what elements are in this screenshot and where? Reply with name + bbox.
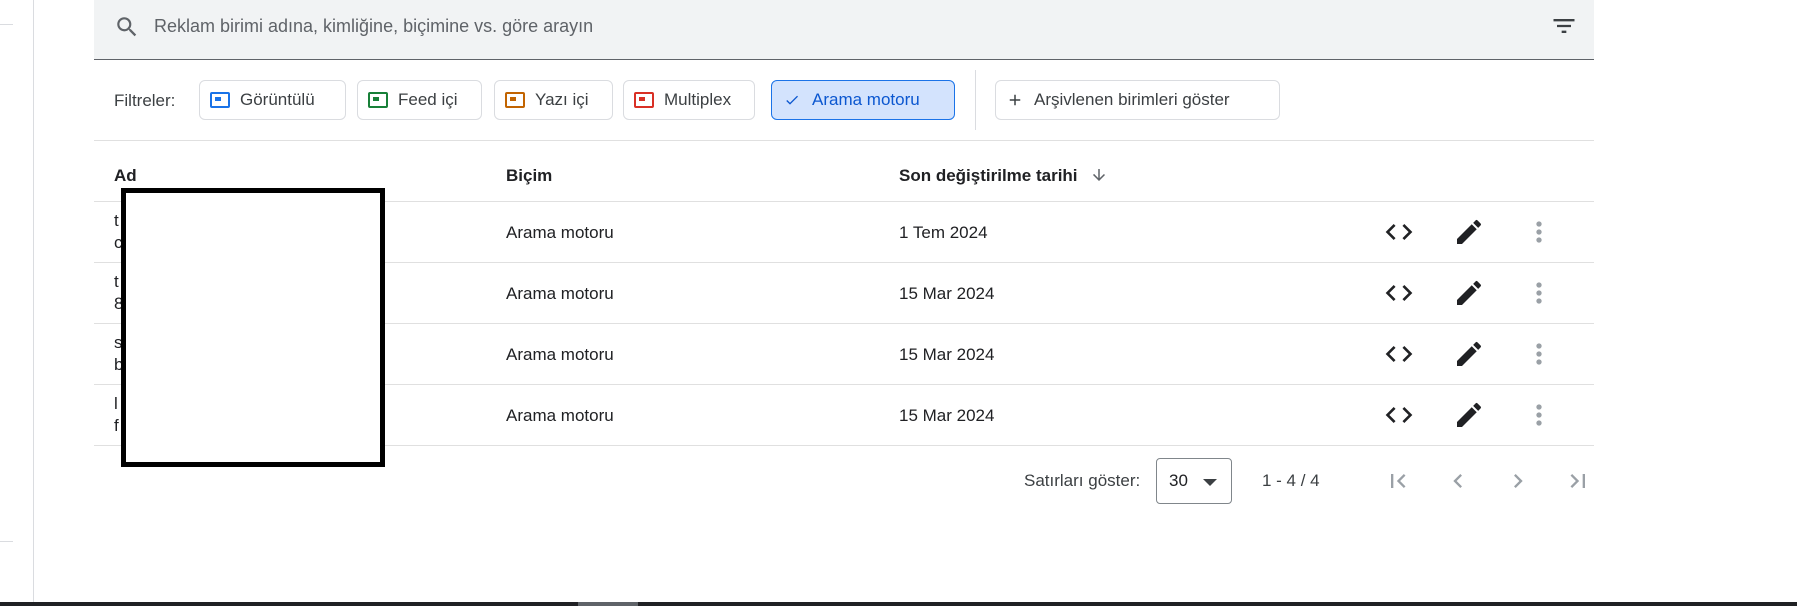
- chip-in-feed[interactable]: Feed içi: [357, 80, 482, 120]
- more-vert-icon[interactable]: [1523, 216, 1555, 248]
- archive-button-label: Arşivlenen birimleri göster: [1034, 90, 1230, 109]
- format-cell: Arama motoru: [506, 284, 614, 303]
- last-page-icon[interactable]: [1564, 467, 1592, 495]
- format-cell: Arama motoru: [506, 223, 614, 242]
- bottom-edge-segment: [578, 602, 638, 606]
- search-icon: [117, 17, 137, 37]
- column-header-label: Biçim: [506, 166, 553, 185]
- rows-per-page-label: Satırları göster:: [1024, 471, 1141, 490]
- edit-pencil-icon[interactable]: [1453, 216, 1485, 248]
- dropdown-arrow-icon: [1203, 479, 1217, 486]
- page-range-text: 1 - 4 / 4: [1262, 471, 1320, 490]
- check-icon: [786, 95, 798, 105]
- redaction-box: [121, 188, 385, 467]
- arrow-downward-icon: [1093, 168, 1106, 181]
- multiplex-format-icon: [634, 92, 654, 108]
- column-header-label: Son değiştirilme tarihi: [899, 166, 1078, 185]
- in-article-format-icon: [505, 92, 525, 108]
- filters-label: Filtreler:: [114, 91, 176, 110]
- format-cell: Arama motoru: [506, 406, 614, 425]
- modified-date-cell: 1 Tem 2024: [899, 223, 988, 242]
- name-line: l: [114, 394, 118, 413]
- column-header-label: Ad: [114, 166, 137, 185]
- display-format-icon: [210, 92, 230, 108]
- rows-per-page-value: 30: [1169, 471, 1188, 490]
- code-icon[interactable]: [1383, 399, 1415, 431]
- left-navigation-rail: [0, 0, 34, 606]
- filters-divider: [975, 70, 976, 130]
- edit-pencil-icon[interactable]: [1453, 277, 1485, 309]
- more-vert-icon[interactable]: [1523, 338, 1555, 370]
- page: Filtreler: Görüntülü Feed içi Yazı içi M…: [0, 0, 1797, 606]
- chip-multiplex[interactable]: Multiplex: [623, 80, 755, 120]
- search-input[interactable]: [154, 10, 1454, 42]
- search-bar: [94, 0, 1594, 60]
- chip-in-article[interactable]: Yazı içi: [494, 80, 613, 120]
- chip-display[interactable]: Görüntülü: [199, 80, 346, 120]
- edit-pencil-icon[interactable]: [1453, 399, 1485, 431]
- pagination-bar: Satırları göster: 30 1 - 4 / 4: [94, 458, 1594, 504]
- rows-per-page-select[interactable]: 30: [1156, 458, 1232, 504]
- show-archived-button[interactable]: Arşivlenen birimleri göster: [995, 80, 1280, 120]
- bottom-edge-bar: [0, 602, 1797, 606]
- chip-label: Görüntülü: [240, 90, 315, 109]
- code-icon[interactable]: [1383, 277, 1415, 309]
- rail-divider: [0, 541, 13, 542]
- name-line: f: [114, 416, 119, 435]
- first-page-icon[interactable]: [1384, 467, 1412, 495]
- code-icon[interactable]: [1383, 216, 1415, 248]
- chip-label: Feed içi: [398, 90, 458, 109]
- plus-icon: [1009, 94, 1021, 106]
- chevron-right-icon[interactable]: [1504, 467, 1532, 495]
- chevron-left-icon[interactable]: [1444, 467, 1472, 495]
- more-vert-icon[interactable]: [1523, 399, 1555, 431]
- modified-date-cell: 15 Mar 2024: [899, 406, 995, 425]
- modified-date-cell: 15 Mar 2024: [899, 284, 995, 303]
- more-vert-icon[interactable]: [1523, 277, 1555, 309]
- ad-unit-name[interactable]: lf: [114, 385, 119, 446]
- chip-label: Yazı içi: [535, 90, 589, 109]
- format-cell: Arama motoru: [506, 345, 614, 364]
- code-icon[interactable]: [1383, 338, 1415, 370]
- column-header-modified[interactable]: Son değiştirilme tarihi: [899, 141, 1108, 202]
- rail-divider: [0, 24, 13, 25]
- chip-search-engine[interactable]: Arama motoru: [771, 80, 955, 120]
- edit-pencil-icon[interactable]: [1453, 338, 1485, 370]
- chip-label: Arama motoru: [812, 90, 920, 109]
- modified-date-cell: 15 Mar 2024: [899, 345, 995, 364]
- chip-label: Multiplex: [664, 90, 732, 109]
- filter-list-icon[interactable]: [1550, 12, 1578, 40]
- column-header-format[interactable]: Biçim: [506, 141, 552, 202]
- in-feed-format-icon: [368, 92, 388, 108]
